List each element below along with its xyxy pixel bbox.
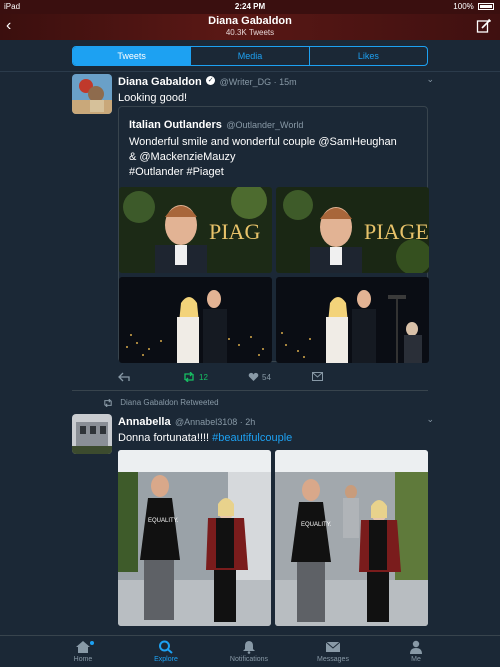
status-bar: iPad 2:24 PM 100% [0,0,500,14]
quoted-author[interactable]: Italian Outlanders [129,119,222,131]
quoted-handle: @Outlander_World [226,120,304,130]
svg-text:PIAG: PIAG [209,219,260,244]
quoted-text-line: Wonderful smile and wonderful couple @Sa… [129,136,397,148]
quoted-text-line: & @MackenzieMauzy [129,151,236,163]
chevron-down-icon[interactable]: ⌄ [426,414,434,425]
svg-text:EQUALITY.: EQUALITY. [301,522,332,528]
profile-name: Diana Gabaldon [208,15,292,27]
retweet-count: 12 [199,372,208,382]
segmented-control: Tweets Media Likes [72,46,428,66]
tweet[interactable]: Diana Gabaldon ✓ @Writer_DG · 15m Lookin… [118,72,434,104]
profile-tabs: Tweets Media Likes [0,40,500,72]
reply-icon[interactable] [118,372,130,382]
photo[interactable] [276,277,429,363]
tweet-handle: @Annabel3108 · 2h [175,417,256,427]
clock: 2:24 PM [234,2,266,11]
tab-me[interactable]: Me [386,640,446,663]
tab-explore[interactable]: Explore [136,640,196,663]
tab-tweets[interactable]: Tweets [73,47,192,65]
tweet[interactable]: Annabella @Annabel3108 · 2h Donna fortun… [118,412,434,444]
tab-media[interactable]: Media [191,47,310,65]
bell-icon [243,641,255,654]
like-button[interactable]: 54 [248,372,271,382]
tab-messages-label: Messages [317,656,349,663]
tab-me-label: Me [411,656,421,663]
retweeted-by: Diana Gabaldon Retweeted [102,398,219,408]
photo[interactable] [119,277,272,363]
photo[interactable]: EQUALITY. [118,450,271,626]
chevron-down-icon[interactable]: ⌄ [426,74,434,85]
svg-text:EQUALITY.: EQUALITY. [148,518,179,524]
like-count: 54 [262,372,271,382]
hashtag-link[interactable]: #beautifulcouple [212,432,292,444]
profile-header: ‹ Diana Gabaldon 40.3K Tweets [0,14,500,40]
tweet-author[interactable]: Diana Gabaldon [118,76,202,88]
notification-dot [90,641,94,645]
photo[interactable]: EQUALITY. [275,450,428,626]
heart-icon [248,372,259,381]
battery-status: 100% [453,2,494,11]
avatar[interactable] [72,414,112,454]
quoted-text-line: #Outlander #Piaget [129,166,224,178]
photo[interactable]: PIAGE [276,187,429,273]
tweet-handle: @Writer_DG · 15m [219,77,297,87]
retweet-icon [184,372,194,382]
tab-likes[interactable]: Likes [310,47,427,65]
verified-badge-icon: ✓ [206,76,216,86]
timeline[interactable]: Diana Gabaldon ✓ @Writer_DG · 15m Lookin… [0,72,500,635]
quoted-tweet[interactable]: Italian Outlanders @Outlander_World Wond… [118,106,429,363]
tweet-author[interactable]: Annabella [118,416,171,428]
envelope-icon [325,641,341,652]
direct-message-icon[interactable] [312,372,323,381]
retweet-icon [104,398,112,408]
search-icon [159,640,173,654]
battery-percent: 100% [453,2,474,11]
tweet-text: Donna fortunata!!!! #beautifulcouple [118,432,434,444]
home-icon [76,641,90,653]
battery-icon [478,3,494,11]
retweeted-by-label: Diana Gabaldon Retweeted [120,398,219,407]
tweet-text: Looking good! [118,92,188,104]
tab-notifications[interactable]: Notifications [219,640,279,663]
tab-messages[interactable]: Messages [303,640,363,663]
tweet-text-body: Donna fortunata!!!! [118,432,213,444]
person-icon [410,640,422,654]
retweet-button[interactable]: 12 [182,372,208,382]
tweet-count: 40.3K Tweets [225,28,275,37]
quoted-text: Wonderful smile and wonderful couple @Sa… [129,135,425,180]
avatar[interactable] [72,74,112,114]
tab-explore-label: Explore [154,656,178,663]
bottom-tab-bar: Home Explore Notifications Messages Me [0,635,500,667]
compose-tweet-icon[interactable] [476,18,492,34]
svg-text:PIAGE: PIAGE [364,219,429,244]
tab-home-label: Home [73,656,93,663]
photo[interactable]: PIAG [119,187,272,273]
tab-home[interactable]: Home [53,640,113,663]
divider [72,390,428,391]
tab-notifications-label: Notifications [229,656,269,663]
